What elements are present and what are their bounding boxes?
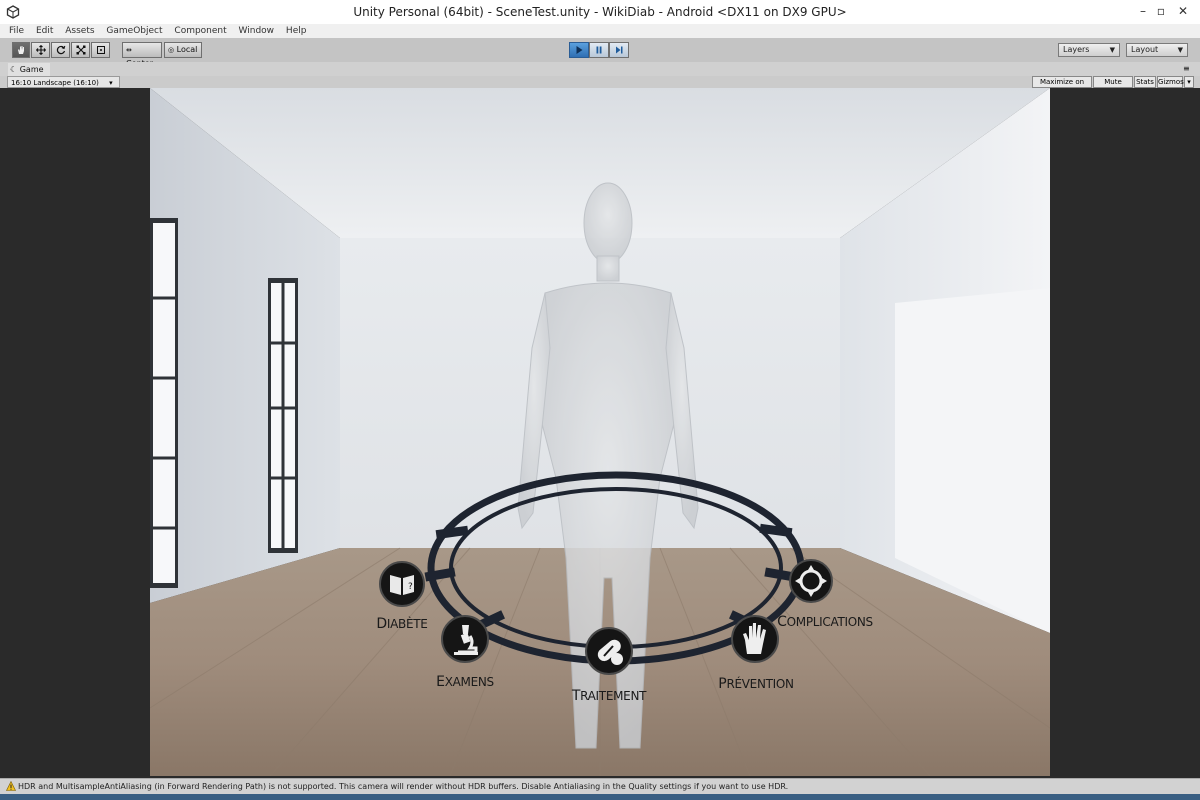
- menu-bar: File Edit Assets GameObject Component Wi…: [0, 24, 1200, 38]
- gizmos-chevron-down-icon[interactable]: ▾: [1184, 76, 1194, 88]
- pause-icon: [596, 46, 602, 54]
- menu-gameobject[interactable]: GameObject: [106, 24, 162, 38]
- game-tab[interactable]: ☾ Game: [8, 63, 50, 76]
- layout-chevron-down-icon: ▼: [1177, 46, 1183, 54]
- window-title-bar: Unity Personal (64bit) - SceneTest.unity…: [0, 0, 1200, 25]
- rotate-tool-icon: [56, 45, 65, 55]
- step-button[interactable]: [609, 42, 629, 58]
- menu-item-examens[interactable]: [438, 614, 492, 674]
- layers-chevron-down-icon: ▼: [1109, 46, 1115, 54]
- menu-item-complications[interactable]: [786, 558, 836, 608]
- menu-label-traitement[interactable]: TRAITEMENT: [564, 688, 654, 704]
- gizmos-dropdown[interactable]: Gizmos: [1157, 76, 1184, 88]
- pause-button[interactable]: [589, 42, 609, 58]
- pivot-space-label: Local: [176, 45, 198, 54]
- layers-label: Layers: [1063, 45, 1090, 54]
- local-space-icon: ◎: [168, 46, 175, 54]
- window-title: Unity Personal (64bit) - SceneTest.unity…: [353, 5, 847, 19]
- mute-audio-toggle[interactable]: Mute audio: [1093, 76, 1133, 97]
- menu-help[interactable]: Help: [286, 24, 307, 38]
- pivot-mode-toggle[interactable]: ⇹ Center: [122, 42, 162, 68]
- os-taskbar: [0, 794, 1200, 800]
- menu-label-complications[interactable]: COMPLICATIONS: [772, 614, 878, 630]
- scale-tool-button[interactable]: [71, 42, 90, 58]
- game-tab-icon: ☾: [10, 65, 18, 74]
- scale-tool-icon: [76, 45, 85, 55]
- menu-label-examens[interactable]: EXAMENS: [426, 674, 504, 690]
- layout-dropdown[interactable]: Layout ▼: [1126, 43, 1188, 57]
- resolution-label: 16:10 Landscape (16:10): [11, 79, 99, 87]
- pivot-center-icon: ⇹: [126, 46, 132, 54]
- warning-icon: [6, 781, 16, 791]
- layout-label: Layout: [1131, 45, 1159, 54]
- pill-icon: [585, 627, 633, 675]
- maximize-on-play-toggle[interactable]: Maximize on Play: [1032, 76, 1092, 97]
- pivot-space-toggle[interactable]: ◎ Local: [164, 42, 202, 58]
- menu-component[interactable]: Component: [174, 24, 226, 38]
- menu-file[interactable]: File: [9, 24, 24, 38]
- console-status-bar[interactable]: HDR and MultisampleAntiAliasing (in Forw…: [0, 778, 1200, 795]
- game-tab-label: Game: [19, 65, 44, 74]
- target-icon: [789, 559, 833, 603]
- resolution-chevron-down-icon: ▾: [109, 79, 113, 87]
- status-message: HDR and MultisampleAntiAliasing (in Forw…: [18, 782, 789, 791]
- game-scene: ? DIABÈTE EXAMENS TRAITEMENT PRÉVENTION …: [150, 88, 1050, 776]
- hand-tool-button[interactable]: [12, 42, 30, 58]
- menu-item-diabete[interactable]: ?: [376, 560, 430, 620]
- move-tool-icon: [35, 45, 46, 55]
- hand-tool-icon: [18, 46, 24, 54]
- close-button[interactable]: ✕: [1172, 2, 1194, 20]
- main-toolbar: ⇹ Center ◎ Local Layers ▼ Layout ▼: [0, 38, 1200, 68]
- book-icon: ?: [379, 561, 425, 607]
- rotate-tool-button[interactable]: [51, 42, 70, 58]
- menu-edit[interactable]: Edit: [36, 24, 53, 38]
- play-button[interactable]: [569, 42, 589, 58]
- microscope-icon: [441, 615, 489, 663]
- layers-dropdown[interactable]: Layers ▼: [1058, 43, 1120, 57]
- menu-assets[interactable]: Assets: [65, 24, 94, 38]
- menu-item-traitement[interactable]: [582, 626, 636, 686]
- rect-tool-icon: [96, 46, 105, 54]
- maximize-button[interactable]: ▫: [1150, 2, 1172, 20]
- menu-label-diabete[interactable]: DIABÈTE: [366, 616, 438, 632]
- resolution-dropdown[interactable]: 16:10 Landscape (16:10) ▾: [7, 76, 120, 88]
- play-icon: [576, 46, 583, 54]
- svg-text:?: ?: [408, 582, 413, 592]
- move-tool-button[interactable]: [31, 42, 50, 58]
- game-tab-strip: ☾ Game ≡: [0, 62, 1200, 76]
- menu-window[interactable]: Window: [239, 24, 275, 38]
- stats-toggle[interactable]: Stats: [1134, 76, 1156, 88]
- tab-options-icon[interactable]: ≡: [1183, 64, 1190, 73]
- menu-label-prevention[interactable]: PRÉVENTION: [716, 676, 796, 692]
- step-icon: [616, 46, 623, 54]
- rect-tool-button[interactable]: [91, 42, 110, 58]
